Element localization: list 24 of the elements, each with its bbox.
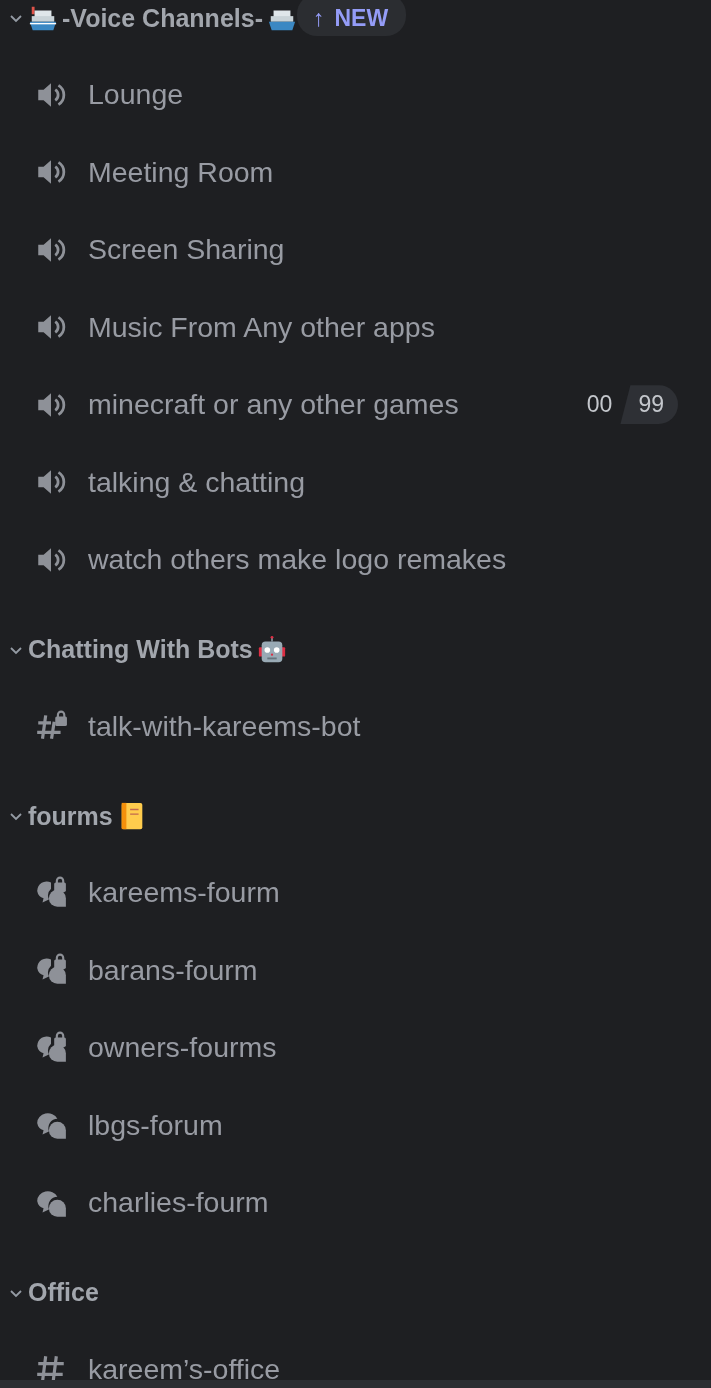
channel-name[interactable]: Music From Any other apps <box>88 310 678 344</box>
channel-name[interactable]: barans-fourm <box>88 953 678 987</box>
channel-name[interactable]: kareems-fourm <box>88 876 678 910</box>
channel-name[interactable]: lbgs-forum <box>88 1108 678 1142</box>
category-name[interactable]: Office <box>28 1278 99 1307</box>
channel-name[interactable]: Meeting Room <box>88 155 678 189</box>
channel-name[interactable]: kareem’s-office <box>88 1352 678 1380</box>
channel-name[interactable]: Screen Sharing <box>88 233 678 267</box>
user-limit: 99 <box>620 385 678 425</box>
channel-name[interactable]: minecraft or any other games <box>88 388 567 422</box>
user-count: 00 <box>586 391 614 419</box>
new-messages-button[interactable]: ↑ NEW <box>297 0 407 36</box>
channel-name[interactable]: talk-with-kareems-bot <box>88 709 678 743</box>
locked-forum-icon <box>34 875 68 910</box>
category-name[interactable]: -Voice Channels- <box>62 3 263 33</box>
category-name[interactable]: Chatting With Bots <box>28 635 253 664</box>
category-name[interactable]: fourms <box>28 801 113 831</box>
channel-name[interactable]: watch others make logo remakes <box>88 543 678 577</box>
channel-name[interactable]: owners-fourms <box>88 1031 678 1065</box>
robot-icon <box>256 634 287 665</box>
locked-forum-icon <box>34 1030 68 1065</box>
channel-name[interactable]: charlies-fourm <box>88 1186 678 1220</box>
channel-name[interactable]: Lounge <box>88 78 678 112</box>
channel-name[interactable]: talking & chatting <box>88 465 678 499</box>
